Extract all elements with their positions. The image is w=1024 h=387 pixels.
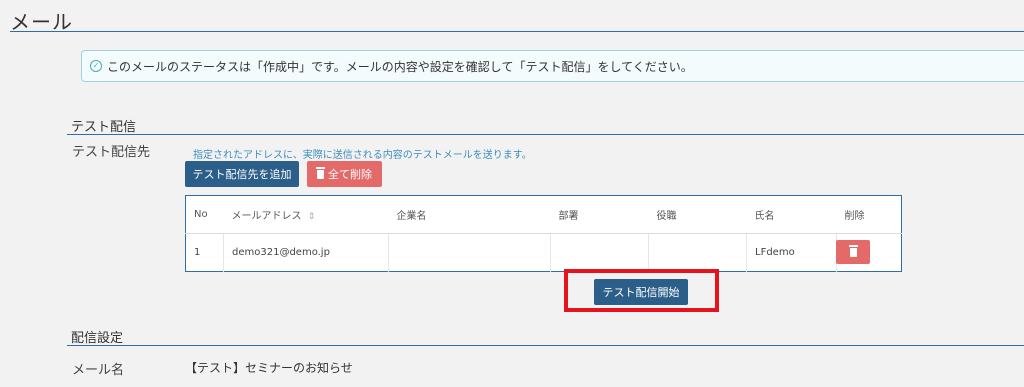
check-circle-icon: ✓ (90, 60, 102, 72)
table-header-row: No メールアドレス ⇕ 企業名 部署 役職 氏名 削除 (185, 195, 902, 234)
column-header-email[interactable]: メールアドレス ⇕ (223, 195, 389, 234)
column-header-company: 企業名 (388, 195, 551, 234)
status-notice-text: このメールのステータスは「作成中」です。メールの内容や設定を確認して「テスト配信… (107, 59, 693, 74)
test-recipients-help-text: 指定されたアドレスに、実際に送信される内容のテストメールを送ります。 (193, 150, 532, 161)
column-header-email-label: メールアドレス (231, 211, 302, 222)
status-notice: ✓ このメールのステータスは「作成中」です。メールの内容や設定を確認して「テスト… (81, 50, 1024, 82)
trash-icon (316, 166, 325, 179)
delivery-settings-divider (67, 345, 1024, 346)
sort-icon[interactable]: ⇕ (308, 212, 316, 222)
test-delivery-heading: テスト配信 (71, 120, 137, 135)
test-recipients-table: No メールアドレス ⇕ 企業名 部署 役職 氏名 削除 1 demo321@d… (185, 195, 902, 272)
add-test-recipient-button[interactable]: テスト配信先を追加 (185, 161, 299, 187)
mail-name-value: 【テスト】セミナーのお知らせ (185, 361, 353, 375)
test-recipients-label: テスト配信先 (72, 145, 151, 160)
cell-company (388, 233, 551, 272)
delete-row-button[interactable] (836, 240, 870, 264)
test-delivery-divider (67, 134, 1024, 135)
delivery-settings-heading: 配信設定 (71, 331, 124, 346)
mail-name-label: メール名 (72, 363, 125, 378)
delete-all-label: 全て削除 (328, 168, 372, 181)
column-header-delete: 削除 (836, 195, 902, 234)
table-row: 1 demo321@demo.jp LFdemo (185, 233, 902, 272)
column-header-no: No (185, 195, 224, 234)
cell-email: demo321@demo.jp (223, 233, 389, 272)
column-header-position: 役職 (648, 195, 747, 234)
cell-name: LFdemo (746, 233, 837, 272)
title-divider (10, 31, 1024, 32)
cell-position (648, 233, 747, 272)
cell-department (550, 233, 649, 272)
column-header-name: 氏名 (746, 195, 837, 234)
trash-icon (848, 244, 858, 257)
cell-no: 1 (185, 233, 224, 272)
column-header-department: 部署 (550, 195, 649, 234)
cell-delete (836, 234, 902, 272)
delete-all-button[interactable]: 全て削除 (307, 161, 382, 187)
highlight-box (564, 269, 719, 312)
